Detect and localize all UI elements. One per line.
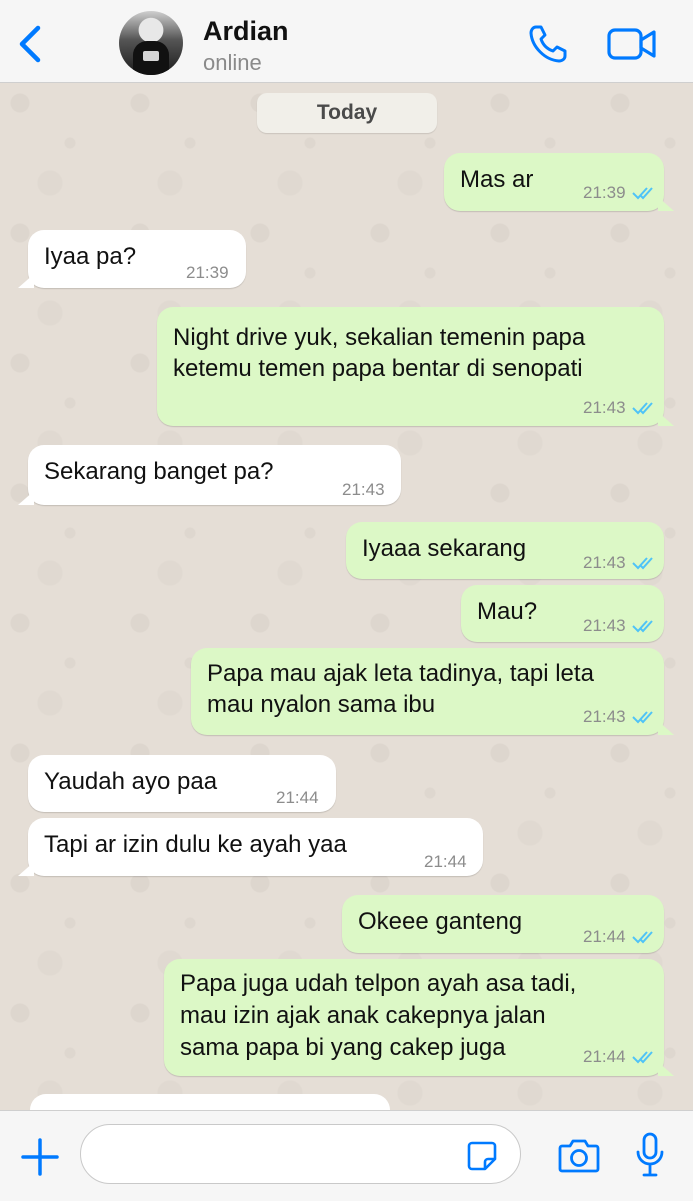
avatar-print bbox=[143, 51, 159, 61]
camera-icon[interactable] bbox=[558, 1136, 600, 1174]
message-text: Iyaa pa? bbox=[44, 243, 137, 270]
message-text: mau nyalon sama ibu bbox=[207, 691, 436, 718]
message-bubble-outgoing[interactable]: Papa mau ajak leta tadinya, tapi leta ma… bbox=[191, 648, 674, 735]
bubble-tail bbox=[658, 197, 674, 211]
chat-header: Ardian online bbox=[0, 0, 693, 83]
message-text: mau izin ajak anak cakepnya jalan bbox=[180, 1002, 546, 1029]
chevron-left-icon[interactable] bbox=[12, 22, 48, 66]
message-bubble-outgoing[interactable]: Papa juga udah telpon ayah asa tadi, mau… bbox=[164, 959, 674, 1076]
bubble-tail bbox=[18, 862, 34, 876]
message-time: 21:43 bbox=[583, 398, 626, 417]
double-check-icon bbox=[632, 931, 653, 944]
message-text: Yaudah ayo paa bbox=[44, 768, 218, 795]
bubble-tail bbox=[658, 721, 674, 735]
message-text: Tapi ar izin dulu ke ayah yaa bbox=[44, 831, 347, 858]
message-text: Papa juga udah telpon ayah asa tadi, bbox=[180, 970, 577, 997]
contact-status: online bbox=[203, 50, 262, 75]
message-bubble-outgoing[interactable]: Mau? 21:43 bbox=[461, 585, 664, 642]
message-bubble-incoming[interactable]: Sekarang banget pa? 21:43 bbox=[18, 445, 401, 505]
message-text: Sekarang banget pa? bbox=[44, 458, 274, 485]
message-text: Papa mau ajak leta tadinya, tapi leta bbox=[207, 660, 594, 687]
message-bubble-incoming[interactable]: Yaudah ayo paa 21:44 bbox=[28, 755, 336, 812]
message-text: ketemu temen papa bentar di senopati bbox=[173, 355, 583, 382]
message-input[interactable] bbox=[80, 1124, 521, 1184]
message-time: 21:43 bbox=[583, 616, 626, 635]
message-bubble-incoming[interactable]: Tapi ar izin dulu ke ayah yaa 21:44 bbox=[18, 818, 483, 876]
date-separator: Today bbox=[257, 93, 437, 133]
chat-area[interactable]: Today Mas ar 21:39 Iyaa pa? 21:39 Night … bbox=[0, 83, 693, 1110]
message-text: Night drive yuk, sekalian temenin papa bbox=[173, 324, 586, 351]
phone-icon[interactable] bbox=[526, 22, 570, 66]
message-text: Iyaaa sekarang bbox=[362, 535, 527, 562]
message-text: Mau? bbox=[477, 598, 538, 625]
bubble-tail bbox=[658, 412, 674, 426]
double-check-icon bbox=[632, 187, 653, 200]
message-time: 21:44 bbox=[424, 852, 467, 871]
message-time: 21:44 bbox=[276, 788, 319, 807]
message-text: sama papa bi yang cakep juga bbox=[180, 1034, 506, 1061]
message-time: 21:43 bbox=[342, 480, 385, 499]
video-camera-icon[interactable] bbox=[606, 24, 658, 64]
message-bubble-outgoing[interactable]: Night drive yuk, sekalian temenin papa k… bbox=[157, 307, 674, 426]
contact-name[interactable]: Ardian bbox=[203, 16, 289, 47]
double-check-icon bbox=[632, 1051, 653, 1064]
message-time: 21:44 bbox=[583, 927, 626, 946]
message-time: 21:43 bbox=[583, 707, 626, 726]
message-time: 21:44 bbox=[583, 1047, 626, 1066]
double-check-icon bbox=[632, 402, 653, 415]
microphone-icon[interactable] bbox=[634, 1132, 666, 1178]
bubble-tail bbox=[658, 1062, 674, 1076]
message-bubble-incoming[interactable]: Iyaa pa? 21:39 bbox=[18, 230, 246, 288]
bubble-tail bbox=[18, 274, 34, 288]
plus-icon[interactable] bbox=[20, 1137, 60, 1177]
message-text: Mas ar bbox=[460, 166, 534, 193]
bubble-tail bbox=[18, 491, 34, 505]
avatar[interactable] bbox=[119, 11, 183, 75]
message-bubble-outgoing[interactable]: Iyaaa sekarang 21:43 bbox=[346, 522, 664, 579]
double-check-icon bbox=[632, 557, 653, 570]
sticker-icon[interactable] bbox=[466, 1140, 498, 1172]
message-bubble-outgoing[interactable]: Mas ar 21:39 bbox=[444, 153, 674, 211]
double-check-icon bbox=[632, 711, 653, 724]
message-text: Okeee ganteng bbox=[358, 908, 523, 935]
message-time: 21:43 bbox=[583, 553, 626, 572]
message-bubble-outgoing[interactable]: Okeee ganteng 21:44 bbox=[342, 895, 664, 953]
message-time: 21:39 bbox=[186, 263, 229, 282]
double-check-icon bbox=[632, 620, 653, 633]
message-time: 21:39 bbox=[583, 183, 626, 202]
